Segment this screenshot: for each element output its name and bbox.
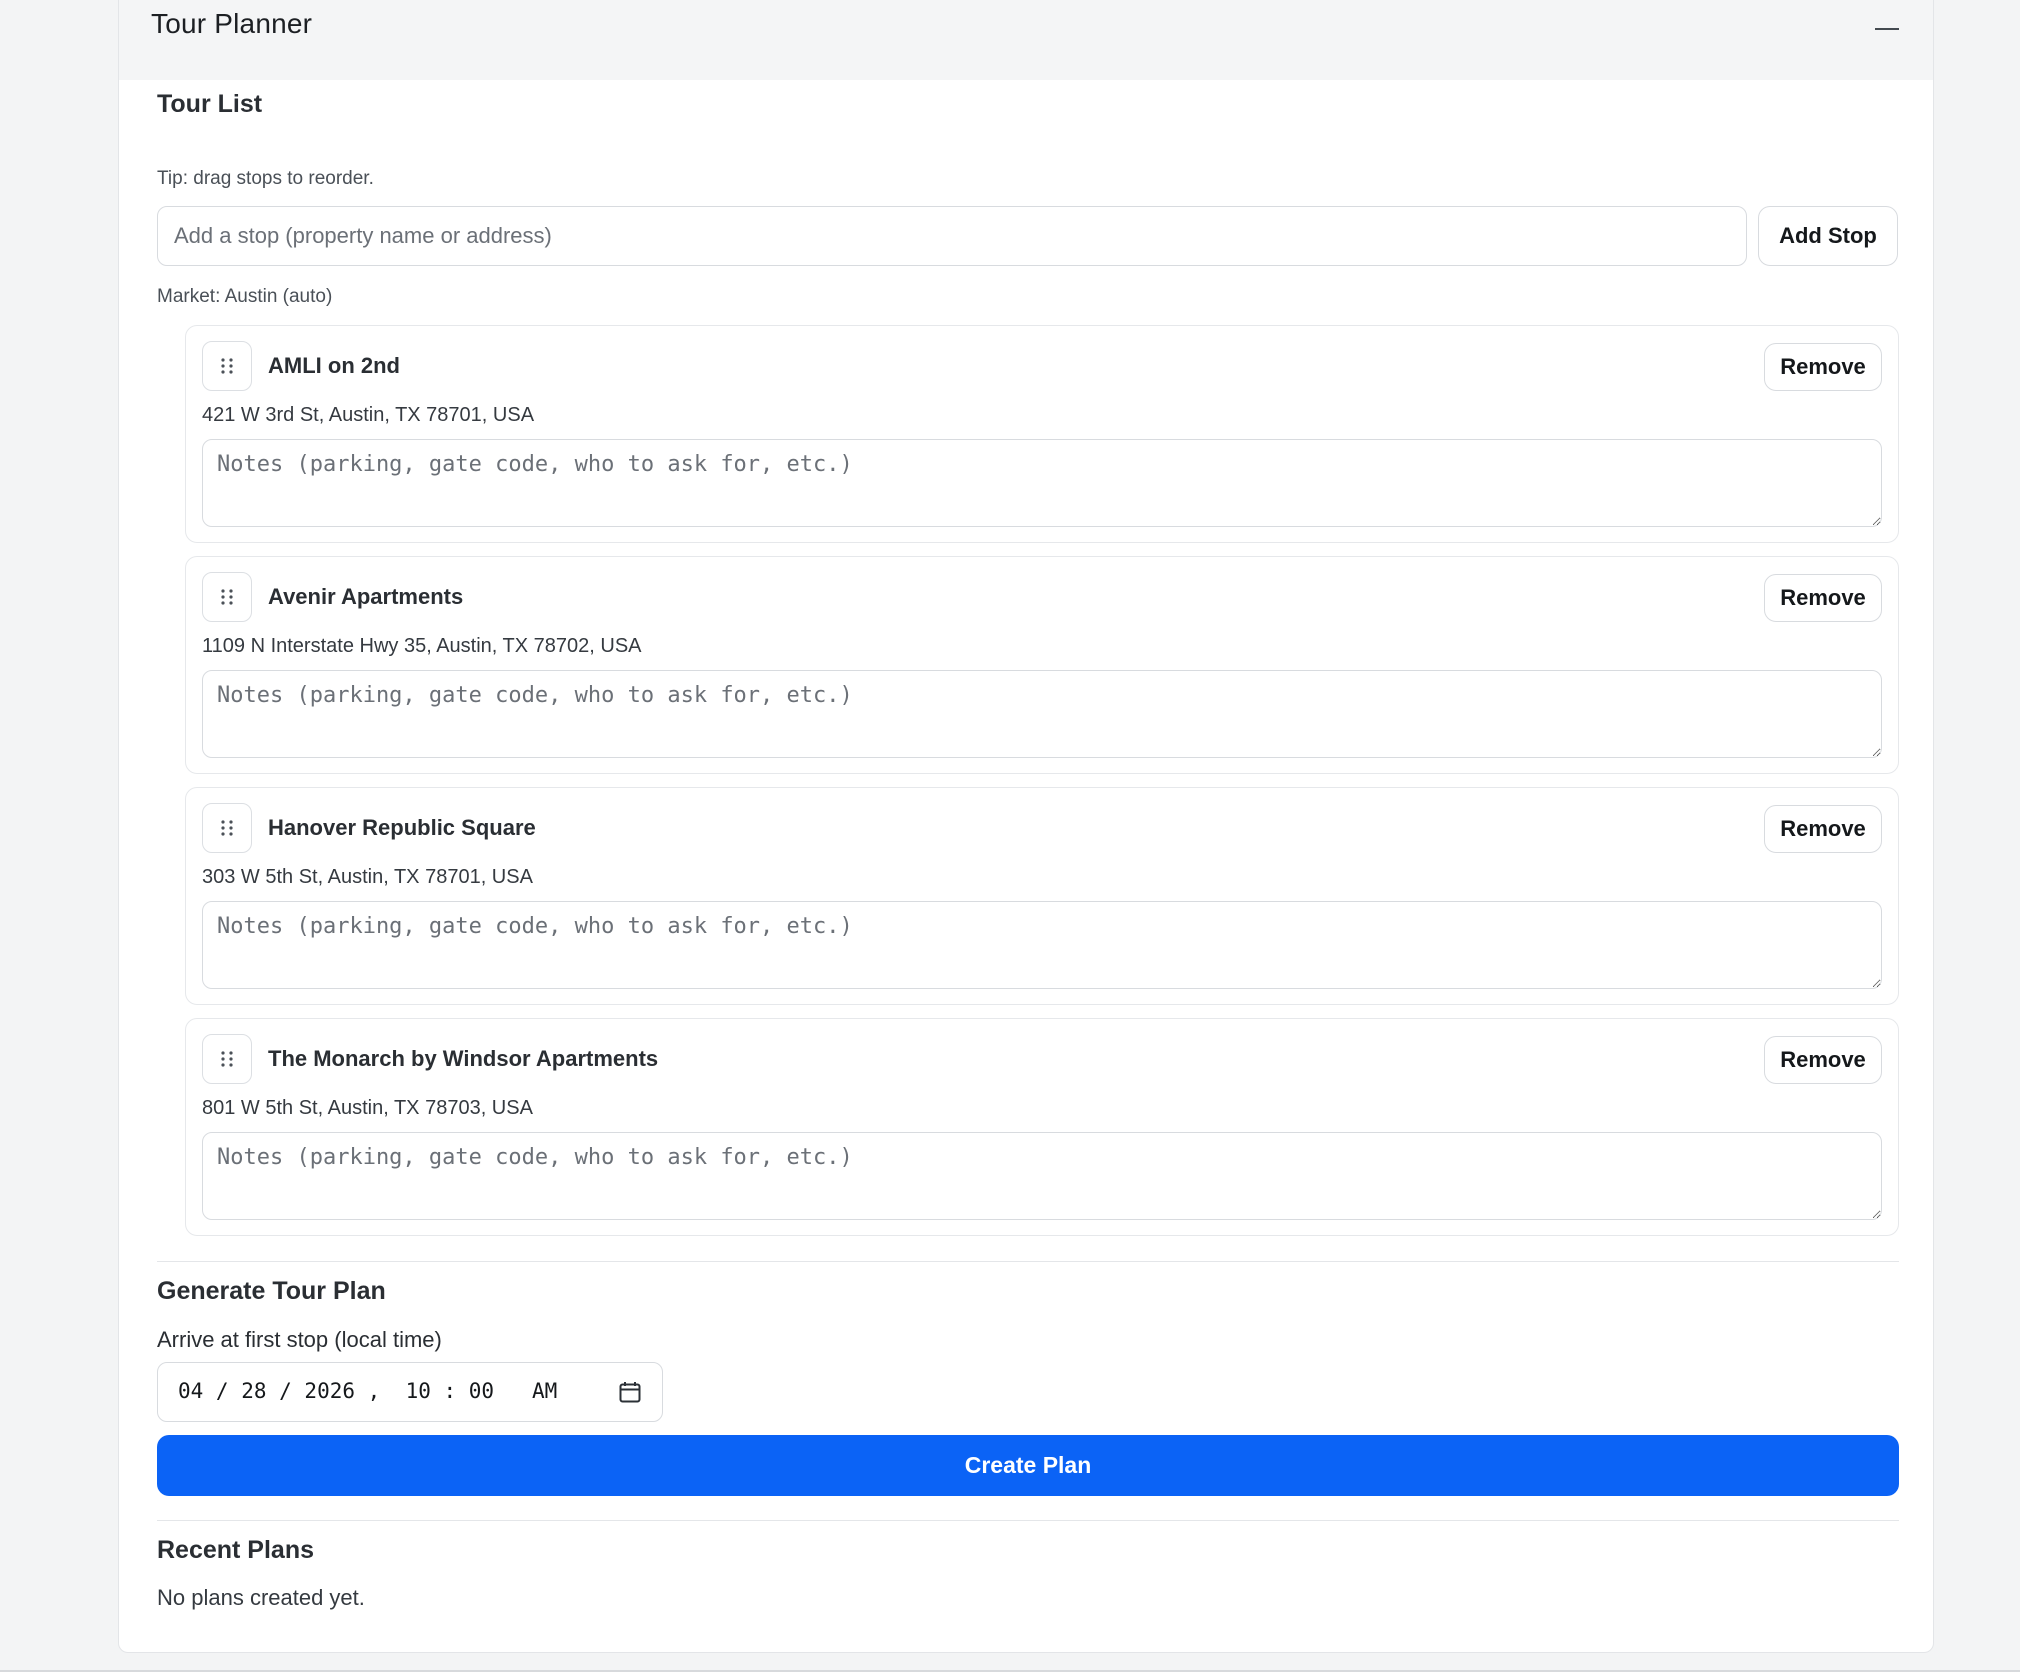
section-divider: [157, 1261, 1899, 1262]
stop-card[interactable]: Hanover Republic Square Remove 303 W 5th…: [185, 787, 1899, 1005]
stop-notes-textarea[interactable]: [202, 670, 1882, 758]
reorder-tip: Tip: drag stops to reorder.: [157, 168, 374, 189]
remove-stop-button[interactable]: Remove: [1764, 343, 1882, 391]
no-plans-message: No plans created yet.: [157, 1585, 365, 1610]
remove-stop-button[interactable]: Remove: [1764, 1036, 1882, 1084]
remove-stop-button[interactable]: Remove: [1764, 805, 1882, 853]
stop-name: Hanover Republic Square: [268, 815, 536, 840]
create-plan-button[interactable]: Create Plan: [157, 1435, 1899, 1496]
recent-plans-heading: Recent Plans: [157, 1536, 315, 1564]
calendar-icon[interactable]: [618, 1380, 642, 1404]
add-stop-button[interactable]: Add Stop: [1758, 206, 1898, 266]
add-stop-input[interactable]: [157, 206, 1747, 266]
stop-notes-textarea[interactable]: [202, 439, 1882, 527]
tour-planner-panel: Tour Planner Tour List Tip: drag stops t…: [118, 0, 1934, 1653]
drag-handle-icon[interactable]: [202, 803, 252, 853]
market-label: Market: Austin (auto): [157, 286, 333, 307]
stop-notes-textarea[interactable]: [202, 1132, 1882, 1220]
section-divider: [157, 1520, 1899, 1521]
drag-handle-icon[interactable]: [202, 1034, 252, 1084]
drag-handle-icon[interactable]: [202, 572, 252, 622]
stop-name: AMLI on 2nd: [268, 353, 400, 378]
arrive-time-label: Arrive at first stop (local time): [157, 1327, 442, 1352]
stop-name: Avenir Apartments: [268, 584, 464, 609]
stop-card[interactable]: AMLI on 2nd Remove 421 W 3rd St, Austin,…: [185, 325, 1899, 543]
stop-card[interactable]: Avenir Apartments Remove 1109 N Intersta…: [185, 556, 1899, 774]
stop-notes-textarea[interactable]: [202, 901, 1882, 989]
stop-address: 1109 N Interstate Hwy 35, Austin, TX 787…: [202, 635, 642, 657]
datetime-value: 04 / 28 / 2026 , 10 : 00 AM: [178, 1379, 558, 1403]
arrival-datetime-input[interactable]: 04 / 28 / 2026 , 10 : 00 AM: [157, 1362, 663, 1422]
drag-handle-icon[interactable]: [202, 341, 252, 391]
generate-plan-heading: Generate Tour Plan: [157, 1277, 386, 1305]
stop-address: 303 W 5th St, Austin, TX 78701, USA: [202, 866, 533, 888]
panel-title: Tour Planner: [151, 8, 313, 39]
stop-name: The Monarch by Windsor Apartments: [268, 1046, 659, 1071]
stop-address: 421 W 3rd St, Austin, TX 78701, USA: [202, 404, 535, 426]
stop-address: 801 W 5th St, Austin, TX 78703, USA: [202, 1097, 533, 1119]
panel-header: Tour Planner: [119, 0, 1933, 80]
minus-icon[interactable]: [1873, 15, 1901, 43]
remove-stop-button[interactable]: Remove: [1764, 574, 1882, 622]
stop-card[interactable]: The Monarch by Windsor Apartments Remove…: [185, 1018, 1899, 1236]
tour-list-heading: Tour List: [157, 90, 263, 118]
